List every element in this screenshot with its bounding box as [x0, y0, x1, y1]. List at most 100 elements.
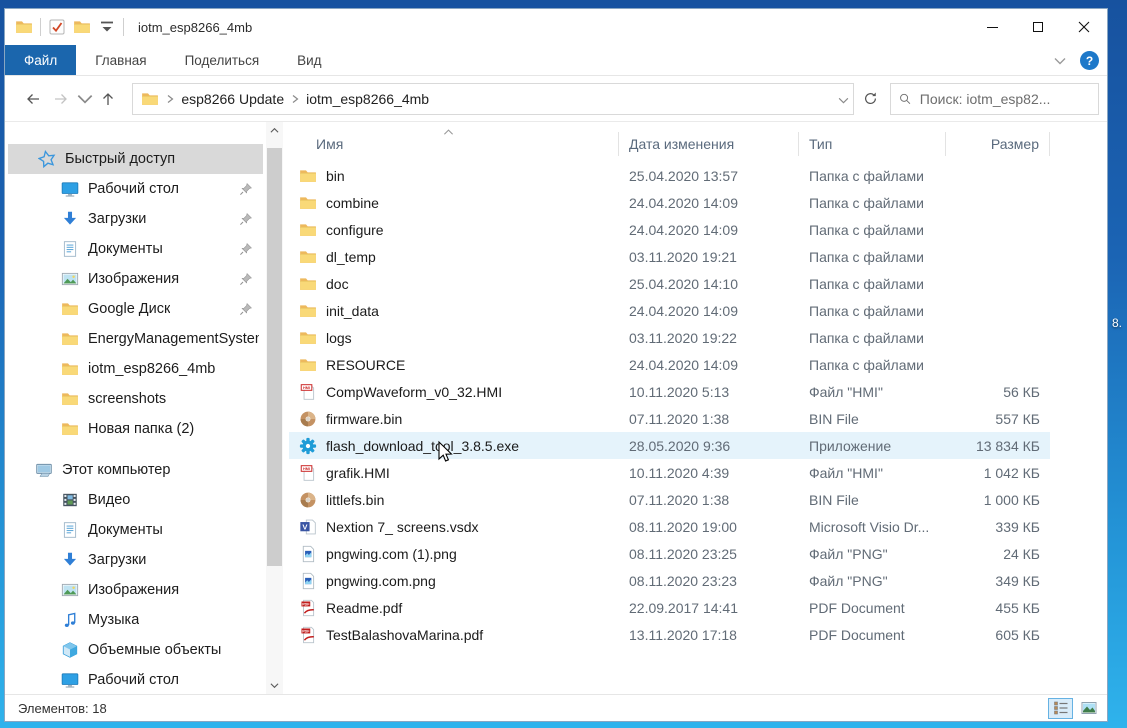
file-name-cell: RESOURCE: [289, 356, 619, 374]
file-row-grafik-hmi[interactable]: HMIgrafik.HMI10.11.2020 4:39Файл "HMI"1 …: [289, 459, 1050, 486]
scroll-up-icon[interactable]: [266, 122, 283, 139]
file-row-configure[interactable]: configure24.04.2020 14:09Папка с файлами: [289, 216, 1050, 243]
chevron-right-icon[interactable]: [159, 91, 181, 107]
file-date: 10.11.2020 4:39: [619, 465, 799, 481]
file-row-init-data[interactable]: init_data24.04.2020 14:09Папка с файлами: [289, 297, 1050, 324]
sidebar-item-google-диск[interactable]: Google Диск: [5, 294, 263, 324]
file-date: 07.11.2020 1:38: [619, 411, 799, 427]
file-row-readme-pdf[interactable]: PDFReadme.pdf22.09.2017 14:41PDF Documen…: [289, 594, 1050, 621]
star-icon: [38, 150, 56, 168]
sidebar-item-рабочий-стол[interactable]: Рабочий стол: [5, 174, 263, 204]
file-row-nextion-7-screens-vsdx[interactable]: VNextion 7_ screens.vsdx08.11.2020 19:00…: [289, 513, 1050, 540]
check-box-icon[interactable]: [48, 18, 66, 36]
help-button[interactable]: ?: [1080, 51, 1099, 70]
thumbnail-view-button[interactable]: [1076, 698, 1101, 719]
sidebar-item-объемные-объекты[interactable]: Объемные объекты: [5, 635, 263, 665]
breadcrumb-item-esp8266-update[interactable]: esp8266 Update: [181, 91, 284, 107]
address-bar[interactable]: esp8266 Update iotm_esp8266_4mb: [132, 83, 854, 115]
file-row-compwaveform-v0-32-hmi[interactable]: HMICompWaveform_v0_32.HMI10.11.2020 5:13…: [289, 378, 1050, 405]
divider: [40, 18, 41, 36]
sidebar-item-видео[interactable]: Видео: [5, 485, 263, 515]
maximize-button[interactable]: [1015, 9, 1061, 45]
desktop-icon: [61, 671, 79, 689]
file-type: Файл "PNG": [799, 546, 946, 562]
ribbon-tab-поделиться[interactable]: Поделиться: [166, 45, 279, 75]
file-row-doc[interactable]: doc25.04.2020 14:10Папка с файлами: [289, 270, 1050, 297]
file-name: Readme.pdf: [326, 600, 402, 616]
back-button[interactable]: [19, 84, 47, 114]
title-bar[interactable]: iotm_esp8266_4mb: [5, 9, 1107, 45]
file-row-testbalashovamarina-pdf[interactable]: PDFTestBalashovaMarina.pdf13.11.2020 17:…: [289, 621, 1050, 648]
sidebar-item-screenshots[interactable]: screenshots: [5, 384, 263, 414]
scrollbar-thumb[interactable]: [267, 148, 282, 566]
thumbnail-view-icon: [1081, 700, 1097, 716]
sidebar-scrollbar[interactable]: [266, 122, 283, 694]
column-header-size[interactable]: Размер: [946, 132, 1050, 156]
pdf-icon: PDF: [299, 599, 317, 617]
column-header-name[interactable]: Имя: [289, 132, 619, 156]
close-button[interactable]: [1061, 9, 1107, 45]
file-row-dl-temp[interactable]: dl_temp03.11.2020 19:21Папка с файлами: [289, 243, 1050, 270]
file-row-logs[interactable]: logs03.11.2020 19:22Папка с файлами: [289, 324, 1050, 351]
qat-customize-chevron-icon[interactable]: [98, 18, 116, 36]
folder-icon: [299, 194, 317, 212]
ribbon-tab-главная[interactable]: Главная: [76, 45, 165, 75]
sidebar-item-новая-папка-2[interactable]: Новая папка (2): [5, 414, 263, 444]
file-row-combine[interactable]: combine24.04.2020 14:09Папка с файлами: [289, 189, 1050, 216]
ribbon-collapse-chevron-icon[interactable]: [1054, 57, 1066, 65]
music-icon: [61, 611, 79, 629]
sidebar-item-быстрый-доступ[interactable]: Быстрый доступ: [8, 144, 263, 174]
breadcrumb-item-iotm-esp8266-4mb[interactable]: iotm_esp8266_4mb: [306, 91, 429, 107]
file-size: 455 КБ: [946, 600, 1050, 616]
file-size: 1 000 КБ: [946, 492, 1050, 508]
column-header-type[interactable]: Тип: [799, 132, 946, 156]
file-name-cell: flash_download_tool_3.8.5.exe: [289, 437, 619, 455]
minimize-button[interactable]: [969, 9, 1015, 45]
folder-icon[interactable]: [73, 18, 91, 36]
ribbon-tab-файл[interactable]: Файл: [5, 45, 76, 75]
file-name: Nextion 7_ screens.vsdx: [326, 519, 479, 535]
sidebar-item-iotm-esp8266-4mb[interactable]: iotm_esp8266_4mb: [5, 354, 263, 384]
file-name: combine: [326, 195, 379, 211]
sidebar-item-label: EnergyManagementSystemN: [88, 331, 259, 347]
window-controls: [969, 9, 1107, 45]
file-row-littlefs-bin[interactable]: littlefs.bin07.11.2020 1:38BIN File1 000…: [289, 486, 1050, 513]
details-view-button[interactable]: [1048, 698, 1073, 719]
ribbon-tab-вид[interactable]: Вид: [278, 45, 340, 75]
document-icon: [61, 240, 79, 258]
sidebar-item-этот-компьютер[interactable]: Этот компьютер: [5, 455, 263, 485]
file-row-pngwing-com-1-png[interactable]: pngwing.com (1).png08.11.2020 23:25Файл …: [289, 540, 1050, 567]
file-row-firmware-bin[interactable]: firmware.bin07.11.2020 1:38BIN File557 К…: [289, 405, 1050, 432]
sidebar-item-загрузки[interactable]: Загрузки: [5, 545, 263, 575]
sidebar-item-изображения[interactable]: Изображения: [5, 575, 263, 605]
file-name: RESOURCE: [326, 357, 405, 373]
search-box[interactable]: [890, 83, 1099, 115]
file-row-pngwing-com-png[interactable]: pngwing.com.png08.11.2020 23:23Файл "PNG…: [289, 567, 1050, 594]
address-dropdown-chevron-icon[interactable]: [838, 91, 849, 107]
scroll-down-icon[interactable]: [266, 677, 283, 694]
recent-locations-button[interactable]: [75, 84, 94, 114]
file-date: 08.11.2020 23:23: [619, 573, 799, 589]
sidebar-item-загрузки[interactable]: Загрузки: [5, 204, 263, 234]
file-row-resource[interactable]: RESOURCE24.04.2020 14:09Папка с файлами: [289, 351, 1050, 378]
up-button[interactable]: [94, 84, 122, 114]
sidebar-item-label: Изображения: [88, 582, 179, 598]
sidebar-item-документы[interactable]: Документы: [5, 234, 263, 264]
sidebar-item-energymanagementsystemn[interactable]: EnergyManagementSystemN: [5, 324, 263, 354]
gear-icon: [299, 437, 317, 455]
forward-button[interactable]: [47, 84, 75, 114]
chevron-right-icon[interactable]: [284, 91, 306, 107]
folder-icon[interactable]: [15, 18, 33, 36]
file-name-cell: PDF Readme.pdf: [289, 599, 619, 617]
search-input[interactable]: [920, 91, 1090, 107]
sidebar-item-музыка[interactable]: Музыка: [5, 605, 263, 635]
refresh-button[interactable]: [854, 83, 886, 115]
column-header-date[interactable]: Дата изменения: [619, 132, 799, 156]
file-row-bin[interactable]: bin25.04.2020 13:57Папка с файлами: [289, 162, 1050, 189]
sidebar-item-документы[interactable]: Документы: [5, 515, 263, 545]
folder-icon: [61, 300, 79, 318]
sidebar-item-рабочий-стол[interactable]: Рабочий стол: [5, 665, 263, 694]
sidebar-item-изображения[interactable]: Изображения: [5, 264, 263, 294]
file-row-flash-download-tool-3-8-5-exe[interactable]: flash_download_tool_3.8.5.exe28.05.2020 …: [289, 432, 1050, 459]
file-date: 22.09.2017 14:41: [619, 600, 799, 616]
